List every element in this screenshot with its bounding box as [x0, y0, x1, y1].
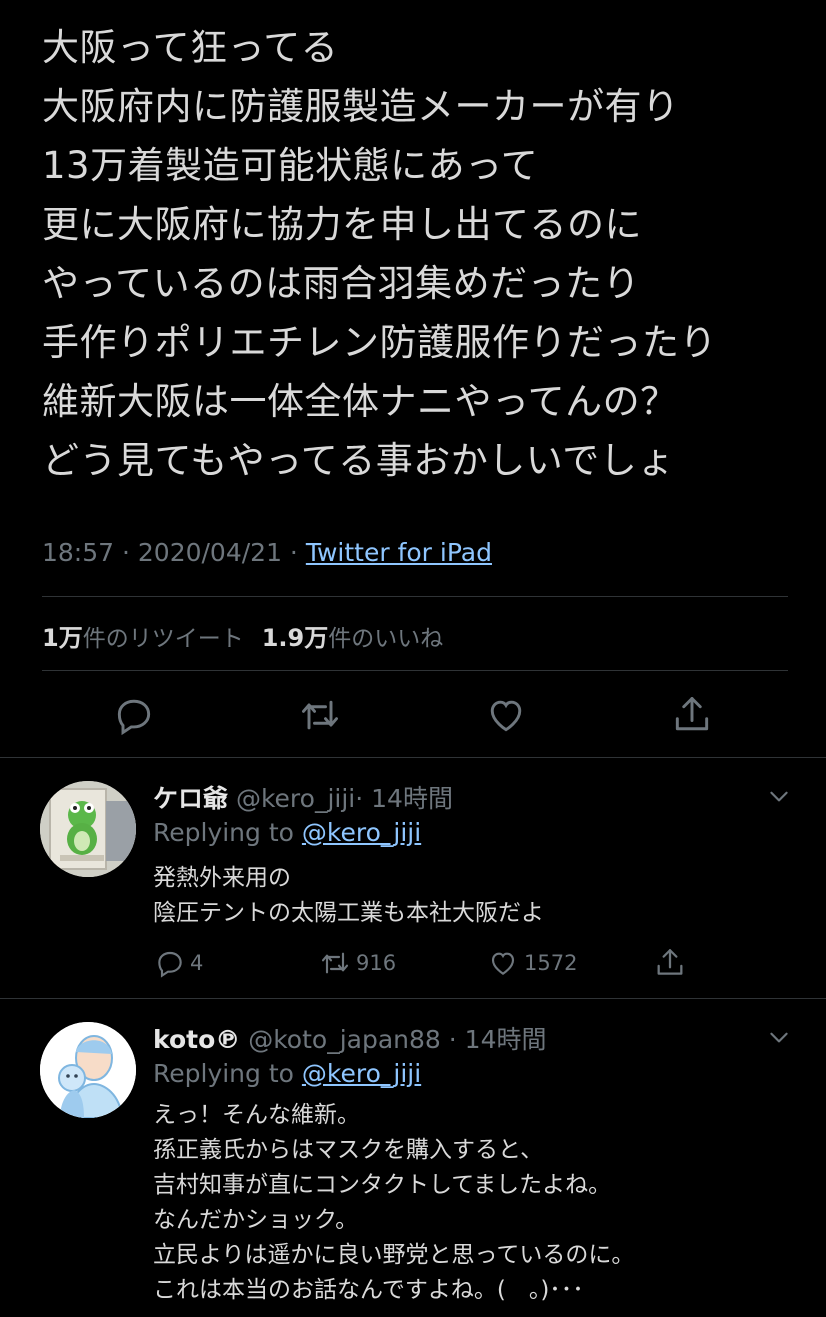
- mention-link[interactable]: @kero_jiji: [302, 818, 421, 847]
- replying-prefix: Replying to: [153, 1059, 302, 1088]
- reply-text: 発熱外来用の 陰圧テントの太陽工業も本社大阪だよ: [153, 861, 544, 931]
- reply-line: 孫正義氏からはマスクを購入すると、: [153, 1137, 544, 1163]
- chevron-down-icon[interactable]: [766, 1024, 792, 1050]
- tweet-line: 13万着製造可能状態にあって: [42, 144, 539, 187]
- tweet-actions: [0, 693, 826, 737]
- divider: [42, 670, 788, 671]
- reply-line: えっ！そんな維新。: [153, 1102, 360, 1128]
- tweet-line: 維新大阪は一体全体ナニやってんの？: [42, 380, 678, 423]
- reply-line: 立民よりは遥かに良い野党と思っているのに。: [153, 1242, 635, 1268]
- tweet-timestamp: 18:57 · 2020/04/21 ·: [42, 538, 306, 567]
- heart-icon[interactable]: [486, 947, 520, 979]
- tweet-line: 手作りポリエチレン防護服作りだったり: [42, 321, 717, 364]
- reply-text: えっ！そんな維新。 孫正義氏からはマスクを購入すると、 吉村知事が直にコンタクト…: [153, 1098, 634, 1308]
- like-label[interactable]: 件のいいね: [328, 626, 443, 652]
- tweet-line: 大阪って狂ってる: [42, 26, 339, 69]
- tweet-line: やっているのは雨合羽集めだったり: [42, 262, 641, 305]
- reply-line: 陰圧テントの太陽工業も本社大阪だよ: [153, 900, 544, 926]
- reply-line: 吉村知事が直にコンタクトしてましたよね。: [153, 1172, 612, 1198]
- reply-actions: 4 916 1572: [0, 946, 826, 980]
- retweet-icon[interactable]: [298, 693, 342, 737]
- divider: [42, 596, 788, 597]
- reply-line: なんだかショック。: [153, 1207, 359, 1233]
- mention-link[interactable]: @kero_jiji: [302, 1059, 421, 1088]
- user-handle[interactable]: @kero_jiji: [236, 784, 355, 813]
- reply-button[interactable]: 4: [154, 946, 203, 980]
- tweet-line: 更に大阪府に協力を申し出てるのに: [42, 203, 642, 246]
- reply-icon[interactable]: [154, 947, 186, 979]
- like-button[interactable]: 1572: [486, 946, 577, 980]
- reply-header: koto℗ @koto_japan88 · 14時間: [153, 1020, 546, 1056]
- user-name[interactable]: ケロ爺: [153, 784, 228, 813]
- reply-header: ケロ爺 @kero_jiji· 14時間: [153, 779, 453, 815]
- chevron-down-icon[interactable]: [766, 783, 792, 809]
- replying-to: Replying to @kero_jiji: [153, 818, 421, 847]
- tweet-line: 大阪府内に防護服製造メーカーが有り: [42, 85, 680, 128]
- reply-item[interactable]: koto℗ @koto_japan88 · 14時間 Replying to @…: [0, 998, 826, 1317]
- retweet-button[interactable]: 916: [318, 946, 396, 980]
- reply-time: · 14時間: [355, 784, 453, 813]
- tweet-source-link[interactable]: Twitter for iPad: [306, 538, 492, 567]
- avatar[interactable]: [40, 781, 136, 877]
- like-count: 1572: [524, 951, 578, 975]
- retweet-count[interactable]: 1万: [42, 624, 83, 652]
- reply-count: 4: [190, 951, 204, 975]
- reply-line: 発熱外来用の: [153, 865, 291, 891]
- tweet-meta: 18:57 · 2020/04/21 · Twitter for iPad: [42, 538, 492, 567]
- retweet-icon[interactable]: [318, 947, 352, 979]
- tweet-text: 大阪って狂ってる 大阪府内に防護服製造メーカーが有り 13万着製造可能状態にあっ…: [42, 18, 812, 490]
- replying-to: Replying to @kero_jiji: [153, 1059, 421, 1088]
- tweet-stats: 1万件のリツイート 1.9万件のいいね: [42, 618, 443, 653]
- user-handle[interactable]: @koto_japan88: [248, 1025, 441, 1054]
- reply-item[interactable]: ケロ爺 @kero_jiji· 14時間 Replying to @kero_j…: [0, 757, 826, 998]
- retweet-label[interactable]: 件のリツイート: [83, 626, 244, 652]
- share-icon[interactable]: [670, 693, 714, 737]
- reply-time: · 14時間: [448, 1025, 547, 1054]
- share-icon[interactable]: [653, 946, 687, 980]
- reply-line: これは本当のお話なんですよね。( 。)･･･: [153, 1277, 584, 1303]
- heart-icon[interactable]: [484, 693, 528, 737]
- reply-icon[interactable]: [112, 693, 156, 737]
- user-name[interactable]: koto℗: [153, 1025, 240, 1054]
- share-button[interactable]: [653, 946, 691, 980]
- replying-prefix: Replying to: [153, 818, 302, 847]
- avatar[interactable]: [40, 1022, 136, 1118]
- tweet-line: どう見てもやってる事おかしいでしょ: [42, 439, 675, 482]
- like-count[interactable]: 1.9万: [262, 624, 329, 652]
- retweet-count: 916: [356, 951, 397, 975]
